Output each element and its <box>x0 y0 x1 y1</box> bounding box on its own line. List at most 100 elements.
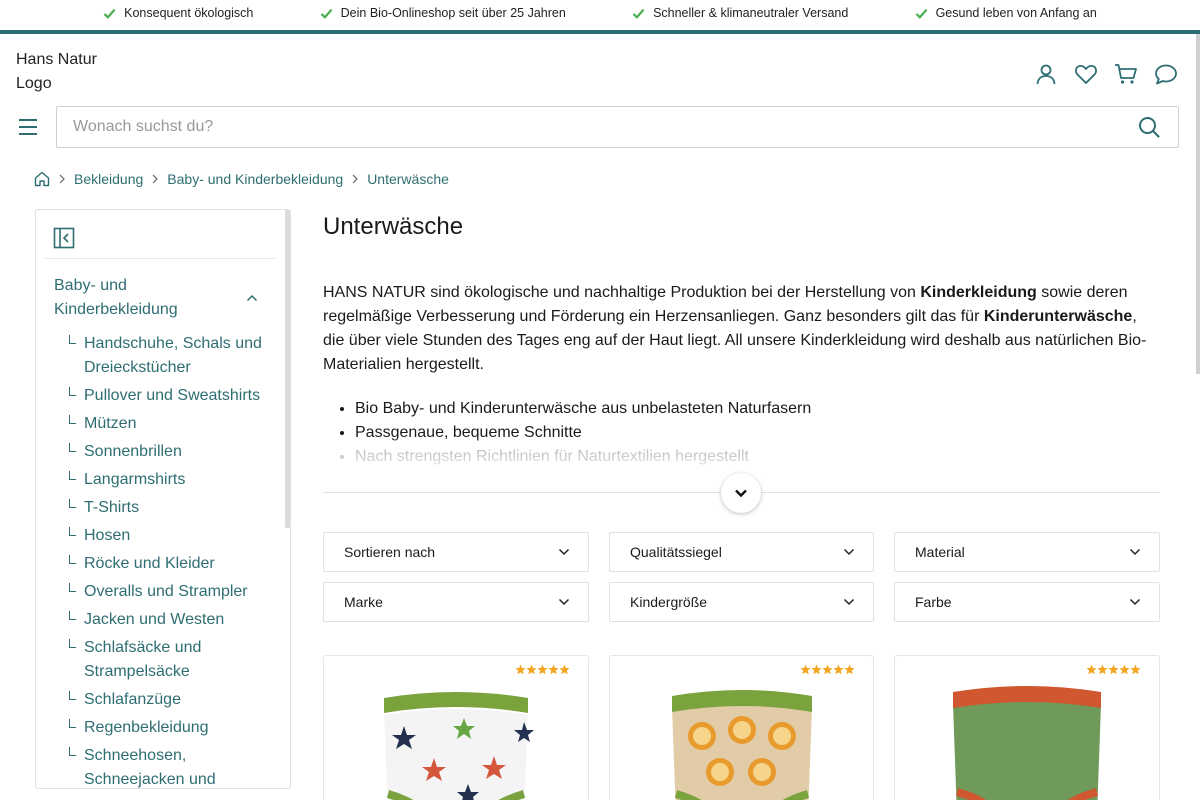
product-card[interactable] <box>894 655 1160 800</box>
header-icons <box>1034 62 1178 86</box>
tree-branch-icon <box>66 608 82 632</box>
chevron-right-icon <box>152 174 159 184</box>
sidebar-item[interactable]: Schlafanzüge <box>66 688 276 712</box>
tree-branch-icon <box>66 744 82 788</box>
chat-icon[interactable] <box>1154 62 1178 86</box>
star-icon <box>1097 664 1108 675</box>
tree-branch-icon <box>66 524 82 548</box>
star-icon <box>548 664 559 675</box>
sidebar-subcategory-list: Handschuhe, Schals und Dreieckstücher Pu… <box>66 332 276 788</box>
text-fade-overlay <box>323 435 1160 465</box>
chevron-down-icon <box>1129 548 1141 556</box>
filter-label: Farbe <box>915 594 952 610</box>
category-sidebar: Baby- und Kinderbekleidung Handschuhe, S… <box>35 209 291 789</box>
star-icon <box>1108 664 1119 675</box>
product-grid <box>323 655 1160 800</box>
breadcrumb-link[interactable]: Bekleidung <box>74 171 143 187</box>
search-input[interactable] <box>57 107 1137 147</box>
chevron-up-icon[interactable] <box>246 294 258 302</box>
tree-branch-icon <box>66 412 82 436</box>
logo[interactable]: Hans Natur Logo <box>16 48 126 96</box>
chevron-right-icon <box>352 174 359 184</box>
sidebar-item[interactable]: Handschuhe, Schals und Dreieckstücher <box>66 332 276 380</box>
tree-branch-icon <box>66 552 82 576</box>
expand-description-button[interactable] <box>721 473 761 513</box>
description-bold: Kinderkleidung <box>920 284 1037 301</box>
sidebar-scrollbar[interactable] <box>285 210 290 528</box>
category-description: HANS NATUR sind ökologische und nachhalt… <box>323 281 1160 377</box>
menu-icon[interactable] <box>16 116 40 138</box>
check-icon <box>320 8 333 19</box>
tree-branch-icon <box>66 688 82 712</box>
product-image[interactable] <box>376 684 536 800</box>
search-icon[interactable] <box>1137 115 1161 139</box>
tree-branch-icon <box>66 440 82 464</box>
sidebar-item[interactable]: Langarmshirts <box>66 468 276 492</box>
breadcrumb-link[interactable]: Baby- und Kinderbekleidung <box>167 171 343 187</box>
usp-label: Konsequent ökologisch <box>124 6 254 20</box>
star-icon <box>822 664 833 675</box>
size-filter[interactable]: Kindergröße <box>609 582 874 622</box>
sidebar-item[interactable]: Overalls und Strampler <box>66 580 276 604</box>
filter-label: Marke <box>344 594 383 610</box>
collapse-sidebar-icon[interactable] <box>53 227 75 249</box>
product-image[interactable] <box>947 684 1107 800</box>
star-rating <box>1086 664 1141 675</box>
quality-seal-filter[interactable]: Qualitätssiegel <box>609 532 874 572</box>
star-icon <box>515 664 526 675</box>
filter-bar: Sortieren nach Qualitätssiegel Material … <box>323 532 1160 622</box>
chevron-right-icon <box>59 174 65 184</box>
sidebar-parent-category[interactable]: Baby- und Kinderbekleidung <box>54 274 254 322</box>
account-icon[interactable] <box>1034 62 1058 86</box>
usp-label: Schneller & klimaneutraler Versand <box>653 6 849 20</box>
wishlist-heart-icon[interactable] <box>1074 62 1098 86</box>
search-box <box>56 106 1179 148</box>
header: Hans Natur Logo <box>0 34 1200 96</box>
star-rating <box>800 664 855 675</box>
sidebar-item[interactable]: T-Shirts <box>66 496 276 520</box>
sidebar-item[interactable]: Röcke und Kleider <box>66 552 276 576</box>
sidebar-item[interactable]: Schneehosen, Schneejacken und <box>66 744 276 788</box>
chevron-down-icon <box>1129 598 1141 606</box>
description-text: HANS NATUR sind ökologische und nachhalt… <box>323 284 921 301</box>
product-card[interactable] <box>323 655 589 800</box>
tree-branch-icon <box>66 468 82 492</box>
sidebar-item[interactable]: Schlafsäcke und Strampelsäcke <box>66 636 276 684</box>
usp-item: Schneller & klimaneutraler Versand <box>632 6 848 20</box>
breadcrumb-current[interactable]: Unterwäsche <box>367 171 449 187</box>
bullet-item: Bio Baby- und Kinderunterwäsche aus unbe… <box>355 397 811 421</box>
chevron-down-icon <box>558 598 570 606</box>
page-title: Unterwäsche <box>323 213 464 240</box>
star-icon <box>1119 664 1130 675</box>
sidebar-item[interactable]: Sonnenbrillen <box>66 440 276 464</box>
brand-filter[interactable]: Marke <box>323 582 589 622</box>
sort-dropdown[interactable]: Sortieren nach <box>323 532 589 572</box>
divider <box>44 258 276 259</box>
breadcrumb: Bekleidung Baby- und Kinderbekleidung Un… <box>34 168 449 190</box>
sidebar-item[interactable]: Pullover und Sweatshirts <box>66 384 276 408</box>
star-icon <box>833 664 844 675</box>
chevron-down-icon <box>843 548 855 556</box>
star-icon <box>1130 664 1141 675</box>
usp-bar: Konsequent ökologisch Dein Bio-Onlinesho… <box>0 0 1200 34</box>
usp-item: Konsequent ökologisch <box>103 6 253 20</box>
usp-item: Dein Bio-Onlineshop seit über 25 Jahren <box>320 6 566 20</box>
check-icon <box>632 8 645 19</box>
check-icon <box>103 8 116 19</box>
sidebar-item[interactable]: Hosen <box>66 524 276 548</box>
product-image[interactable] <box>662 684 822 800</box>
star-icon <box>526 664 537 675</box>
home-icon[interactable] <box>34 171 50 187</box>
star-icon <box>844 664 855 675</box>
cart-icon[interactable] <box>1114 62 1138 86</box>
color-filter[interactable]: Farbe <box>894 582 1160 622</box>
material-filter[interactable]: Material <box>894 532 1160 572</box>
product-card[interactable] <box>609 655 874 800</box>
sidebar-item[interactable]: Mützen <box>66 412 276 436</box>
usp-item: Gesund leben von Anfang an <box>915 6 1097 20</box>
chevron-down-icon <box>843 598 855 606</box>
usp-label: Dein Bio-Onlineshop seit über 25 Jahren <box>340 6 566 20</box>
tree-branch-icon <box>66 636 82 684</box>
sidebar-item[interactable]: Regenbekleidung <box>66 716 276 740</box>
sidebar-item[interactable]: Jacken und Westen <box>66 608 276 632</box>
